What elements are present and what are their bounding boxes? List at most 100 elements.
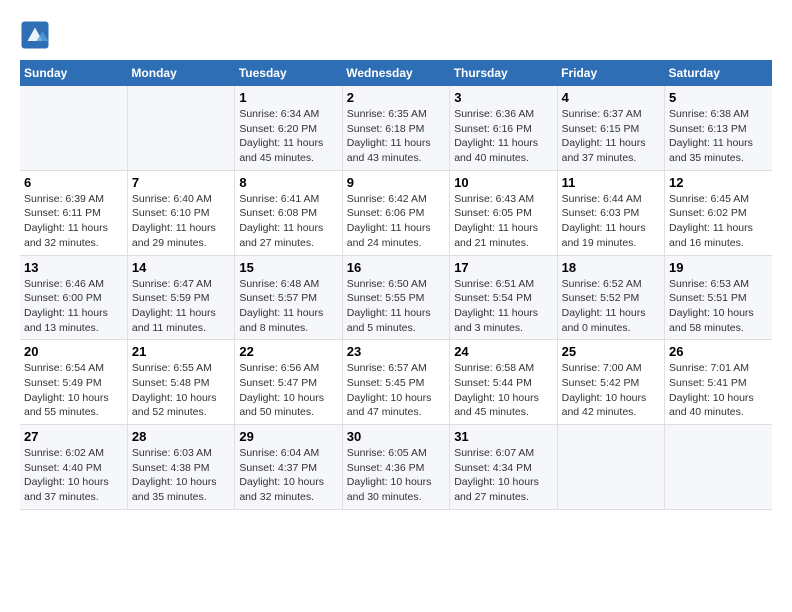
day-info: Sunrise: 6:57 AMSunset: 5:45 PMDaylight:…: [347, 361, 445, 420]
weekday-header: Thursday: [450, 60, 557, 86]
day-info: Sunrise: 6:48 AMSunset: 5:57 PMDaylight:…: [239, 277, 337, 336]
weekday-header: Friday: [557, 60, 664, 86]
calendar-cell: 21 Sunrise: 6:55 AMSunset: 5:48 PMDaylig…: [127, 340, 234, 425]
day-info: Sunrise: 6:03 AMSunset: 4:38 PMDaylight:…: [132, 446, 230, 505]
day-info: Sunrise: 6:56 AMSunset: 5:47 PMDaylight:…: [239, 361, 337, 420]
day-number: 25: [562, 344, 660, 359]
day-info: Sunrise: 6:37 AMSunset: 6:15 PMDaylight:…: [562, 107, 660, 166]
day-info: Sunrise: 6:50 AMSunset: 5:55 PMDaylight:…: [347, 277, 445, 336]
calendar-cell: [665, 425, 772, 510]
day-info: Sunrise: 6:47 AMSunset: 5:59 PMDaylight:…: [132, 277, 230, 336]
calendar-week-row: 20 Sunrise: 6:54 AMSunset: 5:49 PMDaylig…: [20, 340, 772, 425]
day-number: 28: [132, 429, 230, 444]
day-info: Sunrise: 6:53 AMSunset: 5:51 PMDaylight:…: [669, 277, 768, 336]
day-number: 8: [239, 175, 337, 190]
day-info: Sunrise: 6:07 AMSunset: 4:34 PMDaylight:…: [454, 446, 552, 505]
day-number: 12: [669, 175, 768, 190]
calendar-cell: 24 Sunrise: 6:58 AMSunset: 5:44 PMDaylig…: [450, 340, 557, 425]
day-number: 11: [562, 175, 660, 190]
day-number: 5: [669, 90, 768, 105]
calendar-body: 1 Sunrise: 6:34 AMSunset: 6:20 PMDayligh…: [20, 86, 772, 509]
day-number: 2: [347, 90, 445, 105]
day-info: Sunrise: 6:38 AMSunset: 6:13 PMDaylight:…: [669, 107, 768, 166]
day-info: Sunrise: 6:02 AMSunset: 4:40 PMDaylight:…: [24, 446, 123, 505]
calendar-cell: 18 Sunrise: 6:52 AMSunset: 5:52 PMDaylig…: [557, 255, 664, 340]
calendar-cell: 13 Sunrise: 6:46 AMSunset: 6:00 PMDaylig…: [20, 255, 127, 340]
calendar-cell: 29 Sunrise: 6:04 AMSunset: 4:37 PMDaylig…: [235, 425, 342, 510]
logo-icon: [20, 20, 50, 50]
day-info: Sunrise: 6:52 AMSunset: 5:52 PMDaylight:…: [562, 277, 660, 336]
calendar-cell: 6 Sunrise: 6:39 AMSunset: 6:11 PMDayligh…: [20, 170, 127, 255]
calendar-cell: 30 Sunrise: 6:05 AMSunset: 4:36 PMDaylig…: [342, 425, 449, 510]
calendar-cell: 10 Sunrise: 6:43 AMSunset: 6:05 PMDaylig…: [450, 170, 557, 255]
day-number: 22: [239, 344, 337, 359]
logo: [20, 20, 54, 50]
day-info: Sunrise: 6:44 AMSunset: 6:03 PMDaylight:…: [562, 192, 660, 251]
calendar-week-row: 13 Sunrise: 6:46 AMSunset: 6:00 PMDaylig…: [20, 255, 772, 340]
page-header: [20, 20, 772, 50]
day-info: Sunrise: 6:39 AMSunset: 6:11 PMDaylight:…: [24, 192, 123, 251]
calendar-cell: 26 Sunrise: 7:01 AMSunset: 5:41 PMDaylig…: [665, 340, 772, 425]
calendar-week-row: 6 Sunrise: 6:39 AMSunset: 6:11 PMDayligh…: [20, 170, 772, 255]
day-info: Sunrise: 6:55 AMSunset: 5:48 PMDaylight:…: [132, 361, 230, 420]
calendar-cell: 8 Sunrise: 6:41 AMSunset: 6:08 PMDayligh…: [235, 170, 342, 255]
calendar-cell: 14 Sunrise: 6:47 AMSunset: 5:59 PMDaylig…: [127, 255, 234, 340]
calendar-cell: 22 Sunrise: 6:56 AMSunset: 5:47 PMDaylig…: [235, 340, 342, 425]
day-number: 26: [669, 344, 768, 359]
day-number: 6: [24, 175, 123, 190]
weekday-header-row: SundayMondayTuesdayWednesdayThursdayFrid…: [20, 60, 772, 86]
weekday-header: Monday: [127, 60, 234, 86]
day-info: Sunrise: 6:46 AMSunset: 6:00 PMDaylight:…: [24, 277, 123, 336]
day-number: 17: [454, 260, 552, 275]
day-number: 30: [347, 429, 445, 444]
calendar-cell: 23 Sunrise: 6:57 AMSunset: 5:45 PMDaylig…: [342, 340, 449, 425]
calendar-cell: 28 Sunrise: 6:03 AMSunset: 4:38 PMDaylig…: [127, 425, 234, 510]
day-number: 1: [239, 90, 337, 105]
calendar-cell: 25 Sunrise: 7:00 AMSunset: 5:42 PMDaylig…: [557, 340, 664, 425]
day-number: 4: [562, 90, 660, 105]
calendar-cell: [20, 86, 127, 170]
calendar-cell: 5 Sunrise: 6:38 AMSunset: 6:13 PMDayligh…: [665, 86, 772, 170]
day-number: 23: [347, 344, 445, 359]
day-number: 29: [239, 429, 337, 444]
day-number: 20: [24, 344, 123, 359]
day-number: 15: [239, 260, 337, 275]
calendar-cell: 9 Sunrise: 6:42 AMSunset: 6:06 PMDayligh…: [342, 170, 449, 255]
calendar-cell: 16 Sunrise: 6:50 AMSunset: 5:55 PMDaylig…: [342, 255, 449, 340]
calendar-header: SundayMondayTuesdayWednesdayThursdayFrid…: [20, 60, 772, 86]
calendar-cell: [127, 86, 234, 170]
day-info: Sunrise: 6:40 AMSunset: 6:10 PMDaylight:…: [132, 192, 230, 251]
calendar-cell: 11 Sunrise: 6:44 AMSunset: 6:03 PMDaylig…: [557, 170, 664, 255]
day-number: 14: [132, 260, 230, 275]
day-number: 10: [454, 175, 552, 190]
calendar-week-row: 27 Sunrise: 6:02 AMSunset: 4:40 PMDaylig…: [20, 425, 772, 510]
day-info: Sunrise: 6:35 AMSunset: 6:18 PMDaylight:…: [347, 107, 445, 166]
calendar-cell: 20 Sunrise: 6:54 AMSunset: 5:49 PMDaylig…: [20, 340, 127, 425]
day-info: Sunrise: 6:54 AMSunset: 5:49 PMDaylight:…: [24, 361, 123, 420]
day-info: Sunrise: 6:43 AMSunset: 6:05 PMDaylight:…: [454, 192, 552, 251]
calendar-cell: 2 Sunrise: 6:35 AMSunset: 6:18 PMDayligh…: [342, 86, 449, 170]
calendar-cell: 17 Sunrise: 6:51 AMSunset: 5:54 PMDaylig…: [450, 255, 557, 340]
weekday-header: Wednesday: [342, 60, 449, 86]
calendar-cell: 1 Sunrise: 6:34 AMSunset: 6:20 PMDayligh…: [235, 86, 342, 170]
day-number: 18: [562, 260, 660, 275]
weekday-header: Saturday: [665, 60, 772, 86]
day-info: Sunrise: 6:45 AMSunset: 6:02 PMDaylight:…: [669, 192, 768, 251]
calendar-cell: 4 Sunrise: 6:37 AMSunset: 6:15 PMDayligh…: [557, 86, 664, 170]
calendar-cell: 15 Sunrise: 6:48 AMSunset: 5:57 PMDaylig…: [235, 255, 342, 340]
weekday-header: Tuesday: [235, 60, 342, 86]
day-info: Sunrise: 6:58 AMSunset: 5:44 PMDaylight:…: [454, 361, 552, 420]
day-number: 7: [132, 175, 230, 190]
calendar-cell: 12 Sunrise: 6:45 AMSunset: 6:02 PMDaylig…: [665, 170, 772, 255]
weekday-header: Sunday: [20, 60, 127, 86]
day-info: Sunrise: 6:41 AMSunset: 6:08 PMDaylight:…: [239, 192, 337, 251]
day-info: Sunrise: 7:01 AMSunset: 5:41 PMDaylight:…: [669, 361, 768, 420]
day-number: 21: [132, 344, 230, 359]
day-info: Sunrise: 6:36 AMSunset: 6:16 PMDaylight:…: [454, 107, 552, 166]
day-info: Sunrise: 6:04 AMSunset: 4:37 PMDaylight:…: [239, 446, 337, 505]
day-number: 24: [454, 344, 552, 359]
day-info: Sunrise: 6:34 AMSunset: 6:20 PMDaylight:…: [239, 107, 337, 166]
day-info: Sunrise: 6:42 AMSunset: 6:06 PMDaylight:…: [347, 192, 445, 251]
day-number: 9: [347, 175, 445, 190]
calendar-week-row: 1 Sunrise: 6:34 AMSunset: 6:20 PMDayligh…: [20, 86, 772, 170]
